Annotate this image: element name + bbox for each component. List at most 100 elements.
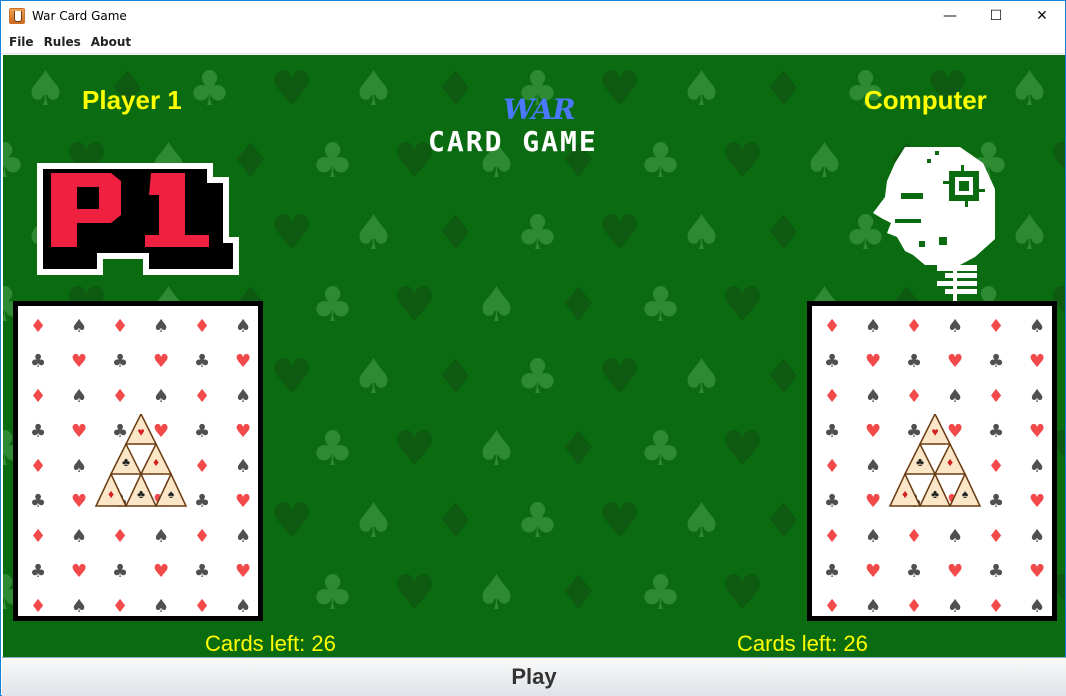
player-card-deck[interactable]: ♦ ♠ ♦ ♠ ♦ ♠ ♣ ♥ ♣ ♥ ♣ ♥ ♦ ♠ ♦ ♠ ♦ ♠ ♣ ♥ ♣ ♥ ♣ ♥ ♦ ♠ ♦ ♠ ♦ ♠ ♣ ♥ ♣ ♥ ♣ ♥ ♦ ♠ ♦ ♠… bbox=[13, 301, 263, 621]
card-pattern-icon: ♣ bbox=[988, 421, 1005, 442]
card-pattern-icon: ♥ bbox=[153, 351, 170, 372]
card-pattern-icon: ♦ bbox=[988, 526, 1005, 547]
card-pattern-icon: ♠ bbox=[947, 526, 964, 547]
game-board: ♠ ♦ ♣ ♥ ♠ ♦ ♣ ♥ ♠ ♦ ♣ ♥ ♠ ♦ ♣ ♥ ♠ ♦ ♣ ♥ ♠ ♦ ♣ ♥ ♠ ♦ ♣ ♥ ♠ ♦ ♣ ♥ ♠ ♦ ♣ ♥ ♠ ♦ ♣ ♥… bbox=[3, 55, 1065, 657]
card-pattern-icon: ♠ bbox=[1029, 456, 1046, 477]
card-pattern-icon: ♠ bbox=[1029, 526, 1046, 547]
maximize-button[interactable]: ☐ bbox=[973, 1, 1019, 31]
minimize-button[interactable]: — bbox=[927, 1, 973, 31]
logo-card-game-text: CARD GAME bbox=[428, 125, 598, 158]
title-bar[interactable]: War Card Game — ☐ ✕ bbox=[1, 1, 1065, 31]
card-pattern-icon: ♥ bbox=[235, 351, 252, 372]
card-pattern-icon: ♥ bbox=[153, 561, 170, 582]
card-pattern-icon: ♦ bbox=[112, 596, 129, 617]
card-pattern-icon: ♦ bbox=[112, 316, 129, 337]
card-pattern-icon: ♥ bbox=[71, 351, 88, 372]
bg-suit-icon: ♠ bbox=[352, 493, 396, 549]
house-of-cards-icon: ♥ ♣ ♦ ♦ ♣ ♠ bbox=[888, 414, 982, 507]
bg-suit-icon: ♠ bbox=[475, 565, 519, 621]
card-pattern-icon: ♥ bbox=[1029, 421, 1046, 442]
card-pattern-icon: ♠ bbox=[865, 526, 882, 547]
menu-rules[interactable]: Rules bbox=[39, 35, 86, 49]
card-pattern-icon: ♥ bbox=[71, 491, 88, 512]
player-cards-left: Cards left: 26 bbox=[205, 631, 336, 656]
bg-suit-icon: ♦ bbox=[762, 205, 806, 261]
card-pattern-icon: ♣ bbox=[30, 561, 47, 582]
svg-text:♣: ♣ bbox=[916, 455, 924, 469]
card-pattern-icon: ♦ bbox=[906, 316, 923, 337]
play-button-label: Play bbox=[511, 664, 557, 689]
card-pattern-icon: ♦ bbox=[194, 596, 211, 617]
card-pattern-icon: ♥ bbox=[865, 421, 882, 442]
card-pattern-icon: ♣ bbox=[194, 351, 211, 372]
svg-text:♦: ♦ bbox=[153, 455, 159, 469]
card-pattern-icon: ♥ bbox=[947, 351, 964, 372]
card-pattern-icon: ♥ bbox=[865, 491, 882, 512]
play-button[interactable]: Play bbox=[2, 657, 1066, 696]
computer-name-label: Computer bbox=[864, 85, 987, 115]
card-pattern-icon: ♠ bbox=[235, 526, 252, 547]
card-pattern-icon: ♦ bbox=[906, 386, 923, 407]
bg-suit-icon: ♠ bbox=[680, 61, 724, 117]
close-button[interactable]: ✕ bbox=[1019, 1, 1065, 31]
bg-suit-icon: ♠ bbox=[1008, 61, 1052, 117]
card-pattern-icon: ♠ bbox=[235, 316, 252, 337]
card-pattern-icon: ♥ bbox=[235, 421, 252, 442]
card-pattern-icon: ♦ bbox=[194, 456, 211, 477]
computer-card-deck[interactable]: ♦ ♠ ♦ ♠ ♦ ♠ ♣ ♥ ♣ ♥ ♣ ♥ ♦ ♠ ♦ ♠ ♦ ♠ ♣ ♥ ♣ ♥ ♣ ♥ ♦ ♠ ♦ ♠ ♦ ♠ ♣ ♥ ♣ ♥ ♣ ♥ ♦ ♠ ♦ ♠… bbox=[807, 301, 1057, 621]
card-pattern-icon: ♥ bbox=[71, 561, 88, 582]
card-pattern-icon: ♣ bbox=[988, 491, 1005, 512]
card-pattern-icon: ♦ bbox=[906, 596, 923, 617]
bg-suit-icon: ♥ bbox=[721, 133, 765, 189]
card-pattern-icon: ♠ bbox=[947, 386, 964, 407]
card-pattern-icon: ♦ bbox=[30, 526, 47, 547]
robot-head-icon bbox=[873, 147, 995, 301]
card-pattern-icon: ♠ bbox=[235, 456, 252, 477]
bg-suit-icon: ♠ bbox=[680, 493, 724, 549]
card-pattern-icon: ♠ bbox=[153, 596, 170, 617]
bg-suit-icon: ♠ bbox=[352, 349, 396, 405]
card-pattern-icon: ♥ bbox=[71, 421, 88, 442]
bg-suit-icon: ♥ bbox=[393, 565, 437, 621]
bg-suit-icon: ♠ bbox=[352, 61, 396, 117]
card-pattern-icon: ♦ bbox=[30, 316, 47, 337]
card-pattern-icon: ♣ bbox=[30, 421, 47, 442]
card-pattern-icon: ♣ bbox=[112, 351, 129, 372]
card-pattern-icon: ♠ bbox=[153, 386, 170, 407]
card-pattern-icon: ♦ bbox=[988, 316, 1005, 337]
p1-badge-icon bbox=[37, 163, 239, 275]
window-controls: — ☐ ✕ bbox=[927, 1, 1065, 31]
menu-about[interactable]: About bbox=[86, 35, 136, 49]
card-pattern-icon: ♦ bbox=[988, 456, 1005, 477]
bg-suit-icon: ♣ bbox=[311, 421, 355, 477]
bg-suit-icon: ♣ bbox=[516, 349, 560, 405]
bg-suit-icon: ♥ bbox=[721, 421, 765, 477]
card-pattern-icon: ♣ bbox=[906, 561, 923, 582]
bg-suit-icon: ♣ bbox=[639, 421, 683, 477]
card-pattern-icon: ♥ bbox=[865, 561, 882, 582]
bg-suit-icon: ♣ bbox=[311, 565, 355, 621]
card-pattern-icon: ♣ bbox=[824, 351, 841, 372]
card-pattern-icon: ♠ bbox=[153, 526, 170, 547]
bg-suit-icon: ♦ bbox=[434, 205, 478, 261]
card-pattern-icon: ♦ bbox=[30, 456, 47, 477]
card-pattern-icon: ♣ bbox=[824, 421, 841, 442]
svg-text:♦: ♦ bbox=[947, 455, 953, 469]
svg-text:♥: ♥ bbox=[931, 425, 938, 439]
bg-suit-icon: ♦ bbox=[557, 421, 601, 477]
card-pattern-icon: ♥ bbox=[947, 561, 964, 582]
bg-suit-icon: ♣ bbox=[3, 133, 27, 189]
bg-suit-icon: ♥ bbox=[598, 493, 642, 549]
bg-suit-icon: ♦ bbox=[557, 277, 601, 333]
card-pattern-icon: ♥ bbox=[1029, 561, 1046, 582]
menu-file[interactable]: File bbox=[4, 35, 39, 49]
card-pattern-icon: ♠ bbox=[71, 596, 88, 617]
card-pattern-icon: ♣ bbox=[194, 421, 211, 442]
card-pattern-icon: ♣ bbox=[194, 491, 211, 512]
card-pattern-icon: ♠ bbox=[1029, 316, 1046, 337]
svg-text:♥: ♥ bbox=[137, 425, 144, 439]
card-pattern-icon: ♣ bbox=[194, 561, 211, 582]
svg-text:♦: ♦ bbox=[902, 487, 908, 501]
bg-suit-icon: ♣ bbox=[188, 61, 232, 117]
card-pattern-icon: ♠ bbox=[235, 386, 252, 407]
